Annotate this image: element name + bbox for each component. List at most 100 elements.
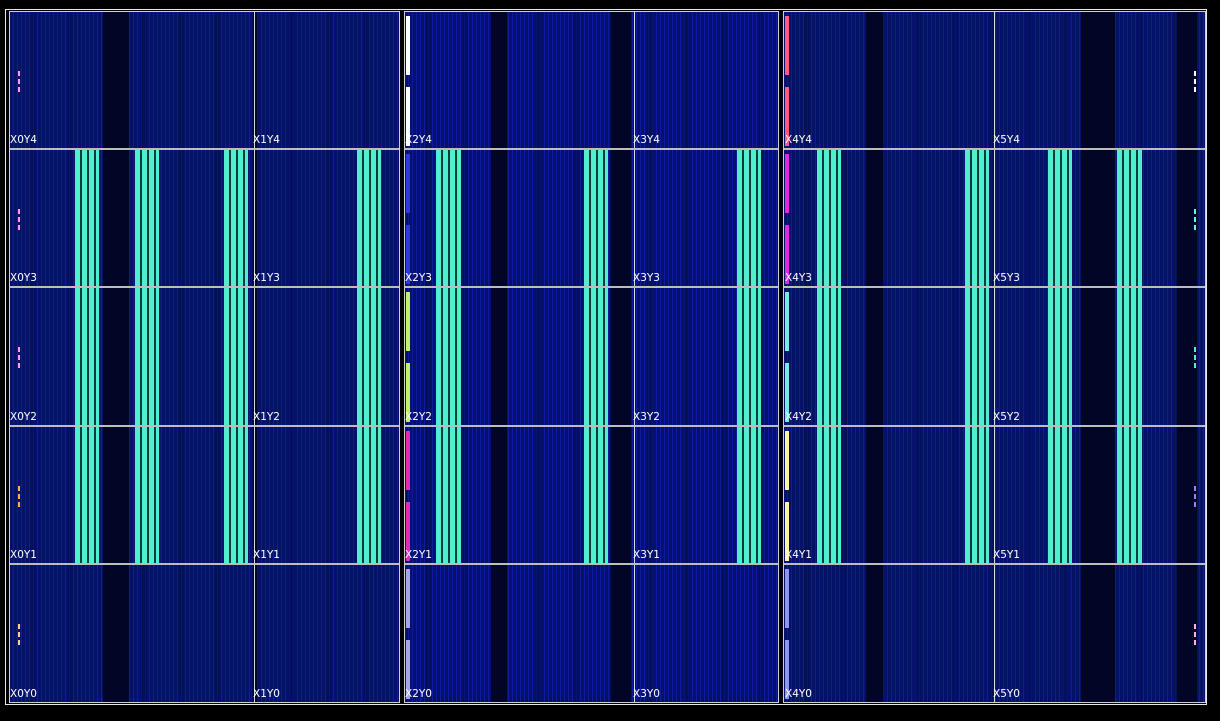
- io-bank-stripe: [785, 292, 789, 351]
- edge-marker-left: [18, 71, 20, 76]
- fabric-column: [841, 12, 847, 702]
- edge-marker-left: [18, 640, 20, 645]
- clock-region-label: X4Y3: [785, 272, 812, 284]
- edge-marker-left: [18, 225, 20, 230]
- edge-marker-left: [18, 79, 20, 84]
- fabric-column: [289, 12, 295, 702]
- clock-region-label: X0Y4: [10, 134, 37, 146]
- io-bank-stripe: [785, 16, 789, 75]
- fabric-column: [684, 12, 690, 702]
- slr-region-0[interactable]: [9, 11, 400, 703]
- edge-marker-right: [1194, 624, 1196, 629]
- placed-logic-column: [75, 150, 99, 565]
- clock-region-label: X4Y2: [785, 411, 812, 423]
- clock-region-label: X4Y1: [785, 549, 812, 561]
- edge-marker-left: [18, 355, 20, 360]
- clock-region-label: X3Y3: [633, 272, 660, 284]
- placed-logic-column: [135, 150, 159, 565]
- placed-logic-column: [1117, 150, 1142, 565]
- fabric-column: [30, 12, 36, 702]
- edge-marker-right: [1194, 209, 1196, 214]
- dark-column: [866, 12, 883, 702]
- edge-marker-right: [1194, 355, 1196, 360]
- edge-marker-right: [1194, 225, 1196, 230]
- edge-marker-right: [1194, 363, 1196, 368]
- clock-region-label: X2Y2: [405, 411, 432, 423]
- device-view[interactable]: X0Y4 X1Y4 X2Y4 X3Y4 X4Y4 X5Y4 X0Y3 X1Y3 X2Y3 X3Y3…: [0, 0, 1220, 721]
- clock-region-row-divider: [10, 148, 399, 150]
- edge-marker-right: [1194, 502, 1196, 507]
- placed-logic-column: [1048, 150, 1072, 565]
- edge-marker-right: [1194, 79, 1196, 84]
- io-bank-stripe: [406, 292, 410, 351]
- clock-region-label: X0Y2: [10, 411, 37, 423]
- clock-region-row-divider: [784, 286, 1205, 288]
- clock-region-label: X1Y4: [253, 134, 280, 146]
- clock-region-label: X0Y0: [10, 688, 37, 700]
- edge-marker-right: [1194, 632, 1196, 637]
- clock-region-row-divider: [405, 563, 778, 565]
- fabric-column: [647, 12, 653, 702]
- placed-logic-column: [224, 150, 248, 565]
- fabric-column: [915, 12, 921, 702]
- edge-marker-right: [1194, 217, 1196, 222]
- placed-logic-column: [817, 150, 841, 565]
- dark-column: [491, 12, 507, 702]
- io-bank-stripe: [406, 16, 410, 75]
- clock-region-label: X2Y3: [405, 272, 432, 284]
- io-bank-stripe: [406, 431, 410, 490]
- fabric-column: [425, 12, 431, 702]
- edge-marker-right: [1194, 87, 1196, 92]
- dark-column: [103, 12, 129, 702]
- edge-marker-right: [1194, 494, 1196, 499]
- clock-region-label: X1Y3: [253, 272, 280, 284]
- clock-region-label: X3Y1: [633, 549, 660, 561]
- fabric-column: [67, 12, 73, 702]
- edge-marker-left: [18, 632, 20, 637]
- io-bank-stripe: [785, 154, 789, 213]
- fabric-column: [721, 12, 727, 702]
- fabric-column: [326, 12, 332, 702]
- clock-region-divider: [634, 12, 635, 702]
- clock-region-row-divider: [10, 425, 399, 427]
- slr-region-1[interactable]: [404, 11, 779, 703]
- clock-region-label: X5Y1: [993, 549, 1020, 561]
- slr-region-2[interactable]: [783, 11, 1206, 703]
- io-bank-stripe: [785, 569, 789, 628]
- dark-column: [611, 12, 631, 702]
- placed-logic-column: [357, 150, 381, 565]
- edge-marker-left: [18, 486, 20, 491]
- clock-region-label: X1Y2: [253, 411, 280, 423]
- fabric-column: [573, 12, 579, 702]
- io-bank-stripe: [406, 569, 410, 628]
- edge-marker-left: [18, 217, 20, 222]
- edge-marker-right: [1194, 486, 1196, 491]
- clock-region-row-divider: [784, 425, 1205, 427]
- io-bank-stripe: [406, 154, 410, 213]
- clock-region-label: X1Y0: [253, 688, 280, 700]
- placed-logic-column: [737, 150, 761, 565]
- fabric-column: [536, 12, 542, 702]
- clock-region-label: X1Y1: [253, 549, 280, 561]
- clock-region-label: X5Y4: [993, 134, 1020, 146]
- edge-marker-left: [18, 624, 20, 629]
- edge-marker-right: [1194, 640, 1196, 645]
- clock-region-label: X0Y1: [10, 549, 37, 561]
- clock-region-label: X3Y0: [633, 688, 660, 700]
- clock-region-label: X4Y4: [785, 134, 812, 146]
- fabric-column: [1026, 12, 1032, 702]
- edge-marker-left: [18, 347, 20, 352]
- clock-region-row-divider: [405, 148, 778, 150]
- clock-region-divider: [994, 12, 995, 702]
- clock-region-label: X5Y0: [993, 688, 1020, 700]
- dark-column: [1081, 12, 1115, 702]
- placed-logic-column: [436, 150, 461, 565]
- clock-region-label: X2Y1: [405, 549, 432, 561]
- clock-region-label: X3Y4: [633, 134, 660, 146]
- fabric-column: [804, 12, 810, 702]
- io-bank-stripe: [785, 431, 789, 490]
- edge-marker-left: [18, 363, 20, 368]
- fabric-column: [462, 12, 468, 702]
- fabric-column: [178, 12, 184, 702]
- placed-logic-column: [965, 150, 989, 565]
